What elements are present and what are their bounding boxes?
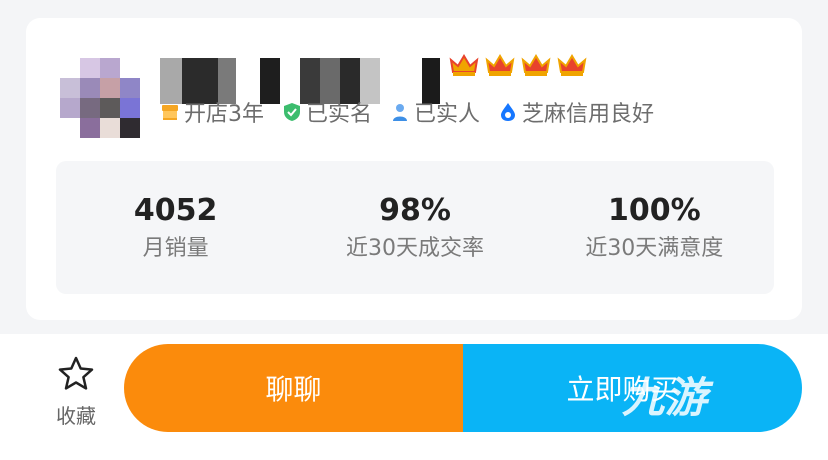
favorite-button[interactable]: 收藏: [46, 354, 106, 429]
tag-label: 芝麻信用良好: [522, 102, 655, 127]
favorite-label: 收藏: [56, 404, 96, 428]
tag-shop-age: 开店3年: [160, 96, 264, 128]
tag-sesame-credit: 芝麻信用良好: [498, 96, 654, 128]
tag-label: 已实人: [414, 102, 481, 127]
stat-label: 近30天成交率: [345, 235, 484, 261]
crown-icon: [521, 54, 551, 76]
tag-label: 已实名: [306, 102, 373, 127]
stat-deal-rate: 98% 近30天成交率: [295, 161, 534, 294]
seller-level-crowns: [448, 52, 588, 78]
stat-monthly-sales: 4052 月销量: [56, 161, 295, 294]
tag-real-person: 已实人: [390, 96, 480, 128]
avatar[interactable]: [60, 58, 140, 138]
chat-button[interactable]: 聊聊: [124, 344, 463, 432]
seller-tags: 开店3年 已实名 已实人 芝麻信用良好: [160, 96, 654, 128]
tag-real-name: 已实名: [282, 96, 372, 128]
stat-value: 4052: [133, 192, 218, 228]
star-outline-icon: [58, 356, 94, 390]
crown-icon: [449, 54, 479, 76]
tag-label: 开店3年: [184, 102, 264, 127]
stat-label: 近30天满意度: [585, 235, 724, 261]
crown-icon: [557, 54, 587, 76]
stat-satisfaction: 100% 近30天满意度: [535, 161, 774, 294]
watermark-logo: 九游: [622, 373, 709, 422]
seller-card: 开店3年 已实名 已实人 芝麻信用良好 4052 月销量 98% 近30天成交率…: [26, 18, 802, 320]
stat-value: 100%: [607, 192, 701, 228]
bottom-action-bar: 收藏 聊聊 立即购买 九游: [0, 334, 828, 460]
seller-stats-panel: 4052 月销量 98% 近30天成交率 100% 近30天满意度: [56, 161, 774, 294]
sesame-drop-icon: [501, 103, 516, 121]
stat-label: 月销量: [142, 235, 209, 261]
stat-value: 98%: [379, 192, 451, 228]
person-icon: [393, 104, 408, 121]
verified-check-icon: [284, 103, 300, 121]
crown-icon: [485, 54, 515, 76]
shop-icon: [162, 105, 178, 120]
